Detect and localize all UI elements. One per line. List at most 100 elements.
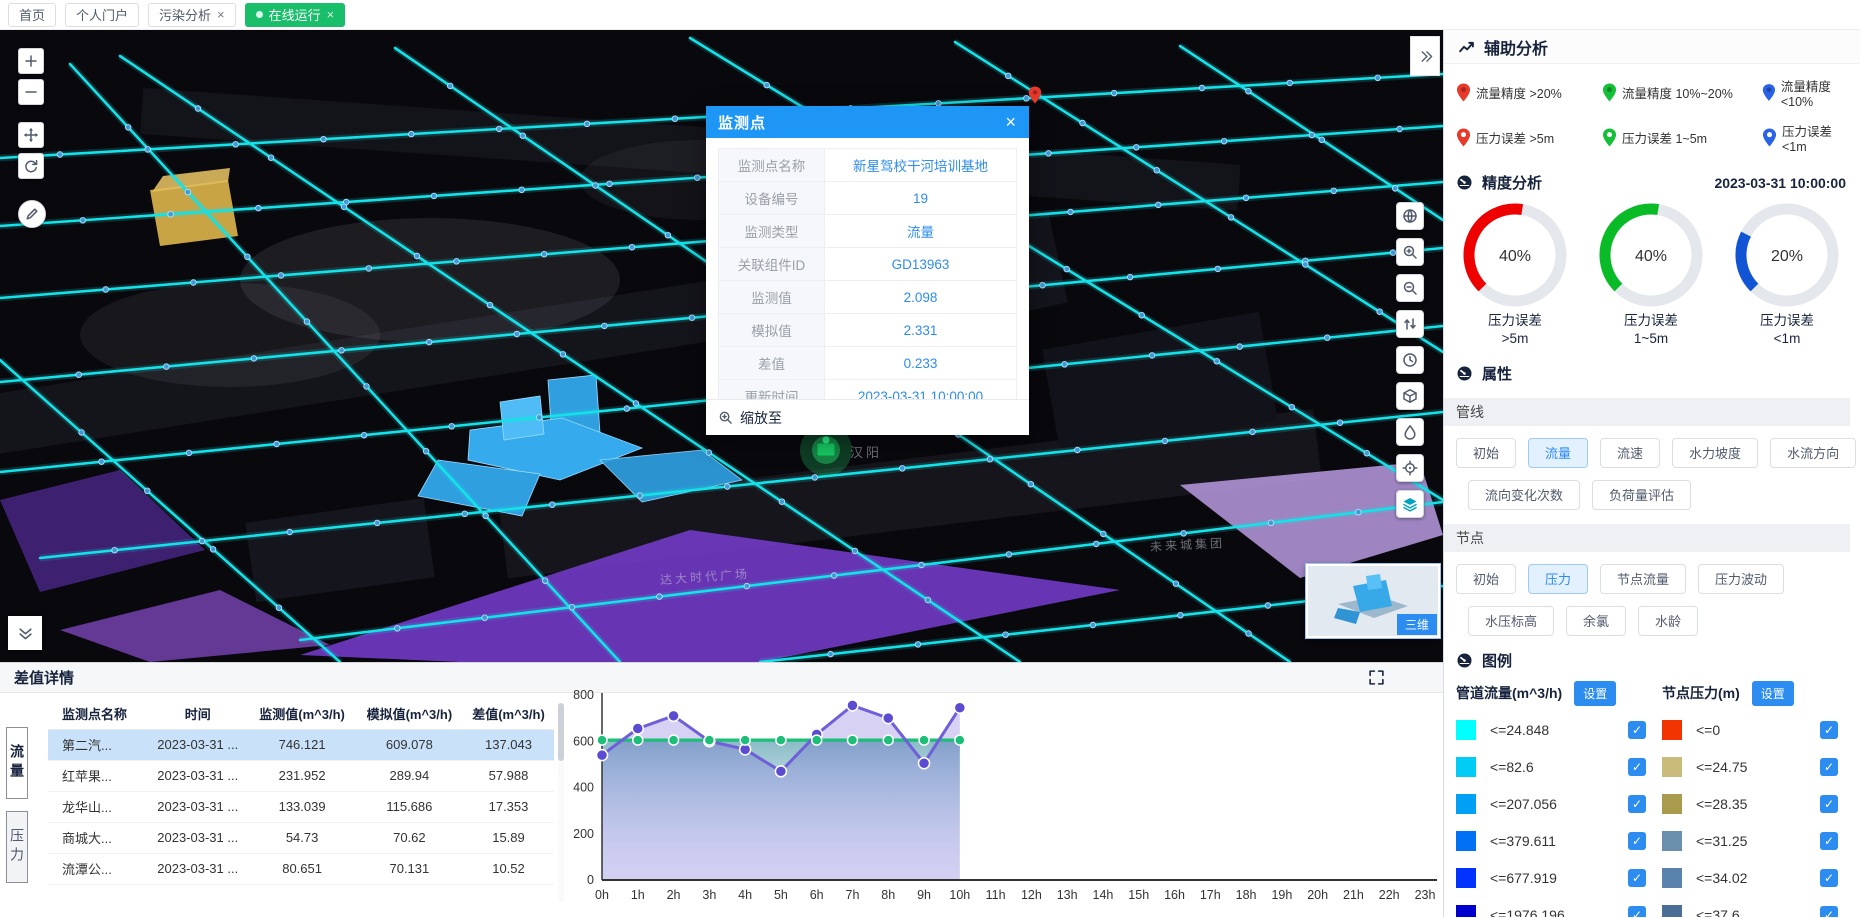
minus-button[interactable] xyxy=(18,79,44,105)
pipe-node xyxy=(560,352,566,358)
legend-checkbox[interactable]: ✓ xyxy=(1628,721,1646,739)
tab-首页[interactable]: 首页 xyxy=(8,3,56,27)
legend-item: <=28.35✓ xyxy=(1662,786,1854,823)
zoom-to-button[interactable]: 缩放至 xyxy=(706,399,1029,435)
tab-个人门户[interactable]: 个人门户 xyxy=(65,3,139,27)
table-cell: 80.651 xyxy=(248,853,355,884)
attr-button-节点流量[interactable]: 节点流量 xyxy=(1600,564,1686,594)
table-cell: 133.039 xyxy=(248,791,355,822)
pipe-node xyxy=(374,520,380,526)
attr-button-流速[interactable]: 流速 xyxy=(1600,438,1660,468)
legend-checkbox[interactable]: ✓ xyxy=(1628,758,1646,776)
globe-button[interactable] xyxy=(1396,202,1424,230)
pipe-node xyxy=(624,406,630,412)
layers-button[interactable] xyxy=(1396,490,1424,518)
zoom-out-icon xyxy=(1402,280,1418,296)
svg-text:8h: 8h xyxy=(881,888,895,902)
table-row[interactable]: 商城大...2023-03-31 ...54.7370.6215.89 xyxy=(48,822,554,853)
legend-checkbox[interactable]: ✓ xyxy=(1628,869,1646,887)
tab-污染分析[interactable]: 污染分析× xyxy=(148,3,236,27)
pipe-node xyxy=(672,116,678,122)
legend-column-header: 节点压力(m) xyxy=(1662,683,1740,703)
attr-button-流量[interactable]: 流量 xyxy=(1528,438,1588,468)
bottom-tab-压力[interactable]: 压力 xyxy=(6,811,28,883)
legend-checkbox[interactable]: ✓ xyxy=(1628,906,1646,917)
pipe-node xyxy=(191,280,197,286)
bottom-tab-流量[interactable]: 流量 xyxy=(6,727,28,799)
pipe-node xyxy=(1024,96,1030,102)
cube-button[interactable] xyxy=(1396,382,1424,410)
color-swatch xyxy=(1662,720,1682,740)
gauge-dashboard-icon xyxy=(1456,174,1473,191)
table-row[interactable]: 第二汽...2023-03-31 ...746.121609.078137.04… xyxy=(48,729,554,760)
accuracy-title: 精度分析 xyxy=(1482,172,1542,193)
legend-checkbox[interactable]: ✓ xyxy=(1820,758,1838,776)
legend-checkbox[interactable]: ✓ xyxy=(1820,795,1838,813)
attr-button-负荷量评估[interactable]: 负荷量评估 xyxy=(1592,480,1691,510)
close-tab-icon[interactable]: × xyxy=(327,7,335,22)
pipe-node xyxy=(542,578,548,584)
svg-text:600: 600 xyxy=(573,734,594,748)
settings-button[interactable]: 设置 xyxy=(1574,681,1616,706)
locate-button[interactable] xyxy=(1396,454,1424,482)
svg-text:0h: 0h xyxy=(595,888,609,902)
attr-button-水压标高[interactable]: 水压标高 xyxy=(1468,606,1554,636)
water-drop-button[interactable] xyxy=(1396,418,1424,446)
swap-vertical-button[interactable] xyxy=(1396,310,1424,338)
attr-button-余氯[interactable]: 余氯 xyxy=(1566,606,1626,636)
analysis-icon xyxy=(1458,38,1475,55)
zoom-out-button[interactable] xyxy=(1396,274,1424,302)
pipe-node xyxy=(919,562,925,568)
rotate-button[interactable] xyxy=(18,153,44,179)
minimap-3d-button[interactable]: 三维 xyxy=(1397,614,1437,635)
pen-button[interactable] xyxy=(18,200,46,228)
pin-legend-label: 压力误差 >5m xyxy=(1476,128,1554,147)
attr-button-初始[interactable]: 初始 xyxy=(1456,438,1516,468)
table-cell: 流潭公... xyxy=(48,853,147,884)
settings-button[interactable]: 设置 xyxy=(1752,681,1794,706)
plus-button[interactable] xyxy=(18,48,44,74)
pipe-node xyxy=(99,459,105,465)
legend-checkbox[interactable]: ✓ xyxy=(1820,906,1838,917)
pan-button[interactable] xyxy=(18,122,44,148)
table-row[interactable]: 流潭公...2023-03-31 ...80.65170.13110.52 xyxy=(48,853,554,884)
attr-button-压力[interactable]: 压力 xyxy=(1528,564,1588,594)
attr-button-压力波动[interactable]: 压力波动 xyxy=(1698,564,1784,594)
pipe-node xyxy=(744,583,750,589)
table-cell: 龙华山... xyxy=(48,791,147,822)
tab-在线运行[interactable]: 在线运行× xyxy=(245,3,346,27)
map-3d-view[interactable]: 汉阳 达大时代广场 未来城集团 三维 监测点 × 监测点名称新星驾校干河培训基地… xyxy=(0,30,1443,662)
minimap[interactable]: 三维 xyxy=(1306,564,1440,638)
table-row[interactable]: 红苹果...2023-03-31 ...231.952289.9457.988 xyxy=(48,760,554,791)
legend-checkbox[interactable]: ✓ xyxy=(1628,795,1646,813)
legend-checkbox[interactable]: ✓ xyxy=(1820,721,1838,739)
pipe-node xyxy=(602,323,608,329)
pin-legend-item: 流量精度 <10% xyxy=(1762,76,1860,109)
table-header: 差值(m^3/h) xyxy=(463,699,554,729)
legend-checkbox[interactable]: ✓ xyxy=(1820,832,1838,850)
color-swatch xyxy=(1662,905,1682,917)
globe-icon xyxy=(1402,208,1418,224)
clock-button[interactable] xyxy=(1396,346,1424,374)
accuracy-section-header: 精度分析 2023-03-31 10:00:00 xyxy=(1444,172,1860,193)
legend-checkbox[interactable]: ✓ xyxy=(1820,869,1838,887)
attr-button-水龄[interactable]: 水龄 xyxy=(1638,606,1698,636)
bottom-collapse-button[interactable] xyxy=(8,616,42,650)
pipe-node xyxy=(1080,120,1086,126)
attr-button-初始[interactable]: 初始 xyxy=(1456,564,1516,594)
table-row[interactable]: 龙华山...2023-03-31 ...133.039115.68617.353 xyxy=(48,791,554,822)
table-cell: 红苹果... xyxy=(48,760,147,791)
close-icon[interactable]: × xyxy=(1005,113,1017,131)
pipe-node xyxy=(514,331,520,337)
attr-button-水流方向[interactable]: 水流方向 xyxy=(1770,438,1856,468)
fullscreen-icon[interactable] xyxy=(1368,669,1385,686)
legend-item: <=379.611✓ xyxy=(1456,823,1662,860)
attr-button-水力坡度[interactable]: 水力坡度 xyxy=(1672,438,1758,468)
panel-expand-button[interactable] xyxy=(1410,36,1440,76)
legend-item-label: <=24.75 xyxy=(1696,759,1820,775)
close-tab-icon[interactable]: × xyxy=(217,7,225,22)
legend-checkbox[interactable]: ✓ xyxy=(1628,832,1646,850)
zoom-in-button[interactable] xyxy=(1396,238,1424,266)
attr-button-流向变化次数[interactable]: 流向变化次数 xyxy=(1468,480,1580,510)
gauge-label: 压力误差1~5m xyxy=(1584,312,1718,348)
